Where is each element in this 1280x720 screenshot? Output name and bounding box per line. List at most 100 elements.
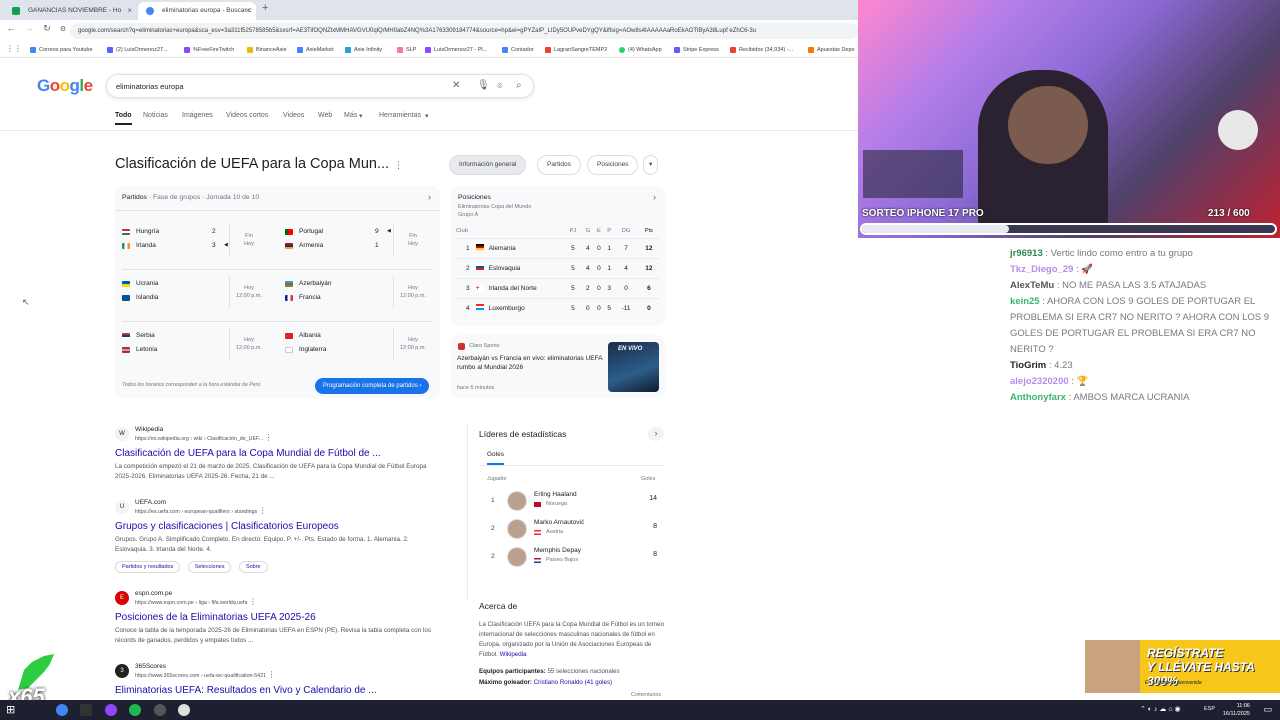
new-tab-button[interactable]: + [262,2,268,14]
chrome-icon[interactable] [56,704,68,716]
bookmark[interactable]: BinanceAxie [247,44,287,56]
match-row[interactable]: Serbia Letonia Hoy 12:00 p.m. Albania In… [115,324,440,368]
home-team: Ucrania [122,280,158,287]
apps-icon[interactable]: ⋮⋮ [6,44,22,53]
app-icon[interactable] [178,704,190,716]
chip-informacion-general[interactable]: Información general [449,155,527,175]
news-thumbnail[interactable]: EN VIVO [608,342,659,392]
bookmark[interactable]: (4) WhatsApp [619,44,662,56]
comments-link[interactable]: Comentarios [631,692,661,698]
away-score: 3 [212,242,216,249]
result-title[interactable]: Posiciones de la Eliminatorias UEFA 2025… [115,612,435,623]
windows-start-icon[interactable]: ⊞ [6,703,15,716]
away-team: Inglaterra [285,346,326,353]
bookmark[interactable]: (2) LuisOrmenoz27... [107,44,168,56]
chip-partidos[interactable]: Partidos [537,155,581,175]
lens-icon[interactable]: ⌾ [497,81,502,92]
search-icon[interactable]: ⌕ [516,80,522,91]
tab-videos-cortos[interactable]: Videos cortos [226,112,268,119]
home-team: Azerbaiyán [285,280,332,287]
address-row: ← → ↻ ⚙ google.com/search?q=eliminatoria… [0,20,858,42]
tab-goles[interactable]: Goles [487,451,504,465]
tab-noticias[interactable]: Noticias [143,112,168,119]
wikipedia-link[interactable]: Wikipedia [500,651,527,658]
reload-icon[interactable]: ↻ [40,23,54,34]
tab-ganancias[interactable]: GANANCIAS NOVIEMBRE - Ho × [4,2,138,20]
chip-posiciones[interactable]: Posiciones [587,155,639,175]
result-title[interactable]: Grupos y clasificaciones | Clasificatori… [115,521,435,532]
tab-web[interactable]: Web [318,112,332,119]
column-header: PJ [569,227,577,234]
microphone-icon[interactable]: 🎙 [477,80,490,91]
player-name: Memphis Depay [534,547,581,554]
news-card[interactable]: Claro Sports Azerbaiyán vs Francia en vi… [451,335,665,398]
close-tab-icon[interactable]: × [245,2,250,20]
tab-imagenes[interactable]: Imágenes [182,112,213,119]
player-row[interactable]: 1 Erling Haaland Noruega 14 [479,489,664,517]
monitor [863,150,963,198]
spotify-icon[interactable] [129,704,141,716]
promo-banner[interactable]: REGÍSTRATE Y LLÉVATE HASTA 300% En tu bo… [1085,640,1280,693]
address-bar[interactable]: google.com/search?q=eliminatorias+europa… [70,23,858,39]
more-options-icon[interactable]: ⋮ [394,160,403,171]
tab-search[interactable]: eliminatorias europa - Buscar c × [138,2,256,20]
chevron-right-icon[interactable]: › [653,192,656,202]
table-row[interactable]: 2 Eslovaquia 5 4 0 1 4 12 [456,257,660,278]
google-logo[interactable]: Google [37,76,93,96]
chat-message: Anthonyfarx : AMBOS MARCA UCRANIA [1010,392,1190,403]
clear-icon[interactable]: ✕ [452,80,460,91]
chevron-down-icon[interactable]: ▾ [643,155,659,175]
match-row[interactable]: Hungría Irlanda 2 3 ◀ Fin Hoy Portugal A… [115,220,440,264]
bookmark[interactable]: LuisOrmenoz27 - Pl... [425,44,487,56]
chevron-right-icon[interactable]: › [428,192,431,202]
tab-mas[interactable]: Más [344,112,357,119]
site-info-icon[interactable]: ⚙ [56,25,70,33]
obs-icon[interactable] [105,704,117,716]
tab-videos[interactable]: Videos [283,112,304,119]
bookmark[interactable]: Recibidos (34,934) -... [730,44,793,56]
giveaway-progress [860,223,1277,235]
divider [0,130,858,131]
news-title[interactable]: Azerbaiyán vs Francia en vivo: eliminato… [457,354,605,372]
bookmark[interactable]: Stripe Express [674,44,719,56]
sitelink-chip[interactable]: Sobre [238,561,268,573]
match-row[interactable]: Ucrania Islandia Hoy 12:00 p.m. Azerbaiy… [115,272,440,316]
close-tab-icon[interactable]: × [127,2,132,20]
notifications-icon[interactable]: ▭ [1263,704,1272,715]
result-title[interactable]: Eliminatorias UEFA: Resultados en Vivo y… [115,685,435,696]
bookmark[interactable]: LagranSangreTEMP2 [545,44,607,56]
table-row[interactable]: 3 + Irlanda del Norte 520306 [456,277,660,298]
clock[interactable]: 11:06 16/11/2025 [1223,702,1250,718]
bookmark[interactable]: AxieMarket [297,44,334,56]
table-row[interactable]: 1 Alemania 5 4 0 1 7 12 [456,237,660,258]
bookmark[interactable]: Correos para Youtube [30,44,93,56]
bookmark[interactable]: Contador [502,44,534,56]
app-icon[interactable] [154,704,166,716]
search-box[interactable]: eliminatorias europa ✕ 🎙 ⌾ ⌕ [106,74,534,98]
player-row[interactable]: 2 Marko Arnautović Austria 8 [479,517,664,545]
chat-message: kein25 : AHORA CON LOS 9 GOLES DE PORTUG… [1010,296,1270,355]
tray-icons[interactable]: ⌃ ◐ ♪ ☁ ⌂ ◉ [1140,705,1181,713]
bookmark[interactable]: Apuestas Depo [808,44,855,56]
explorer-icon[interactable] [80,704,92,716]
result-title[interactable]: Clasificación de UEFA para la Copa Mundi… [115,448,435,459]
back-icon[interactable]: ← [4,23,18,33]
giveaway-count: 213 / 600 [1208,208,1250,219]
sitelink-chip[interactable]: Selecciones [187,561,232,573]
bookmark[interactable]: %FreeFireTwitch [184,44,234,56]
search-input[interactable]: eliminatorias europa [116,75,184,99]
sitelink-chip[interactable]: Partidos y resultados [115,561,181,573]
chevron-right-icon[interactable]: › [648,427,664,441]
language-indicator[interactable]: ESP [1204,706,1215,712]
bookmark[interactable]: SLP [397,44,416,56]
bookmark[interactable]: Axie Infinity [345,44,382,56]
player-row[interactable]: 2 Memphis Depay Países Bajos 8 [479,545,664,573]
table-row[interactable]: 4 Luxemburgo 5 0 0 5 -11 0 [456,297,660,318]
tab-herramientas[interactable]: Herramientas [379,112,421,119]
avatar [507,547,527,567]
match-status: Fin [409,233,417,239]
tab-todo[interactable]: Todo [115,112,132,125]
about-header: Acerca de [479,601,518,611]
full-schedule-button[interactable]: Programación completa de partidos › [315,378,430,394]
forward-icon[interactable]: → [22,23,36,33]
